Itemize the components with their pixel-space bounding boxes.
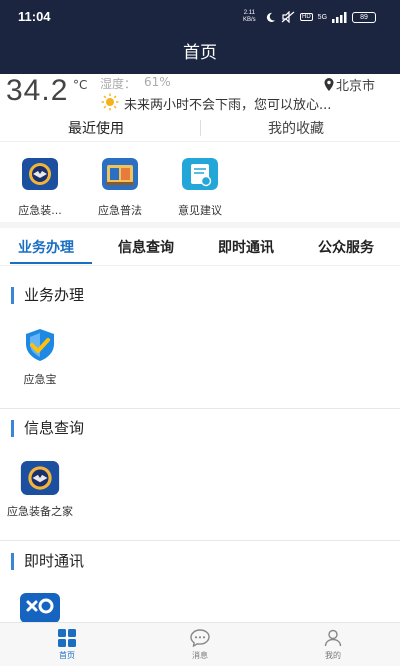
network-speed-value: 2.11 — [243, 10, 255, 16]
recent-app-emergency-law[interactable]: 应急普法 — [90, 158, 150, 218]
chat-link-icon — [20, 593, 60, 623]
recent-app-label: 意见建议 — [178, 204, 222, 217]
user-profile-icon — [324, 629, 342, 647]
status-time: 11:04 — [18, 9, 51, 24]
humidity-value: 61% — [144, 75, 171, 89]
page-title: 首页 — [0, 36, 400, 74]
temperature: 34.2 — [6, 74, 69, 107]
section-title-instant-messaging: 即时通讯 — [11, 553, 84, 570]
app-yingjibao[interactable]: 应急宝 — [18, 327, 62, 387]
tab-info-query[interactable]: 信息查询 — [118, 237, 174, 257]
app-label: 应急装备之家 — [7, 505, 73, 518]
sun-icon — [101, 93, 119, 111]
section-title-info-query: 信息查询 — [11, 420, 84, 437]
recent-favorites-tabs: 最近使用 我的收藏 — [0, 114, 400, 142]
location-pin-icon — [324, 78, 334, 91]
status-bar: 11:04 2.11 KB/s HD 5G 89 — [0, 0, 400, 36]
nav-profile[interactable]: 我的 — [303, 629, 363, 661]
emergency-badge-icon — [22, 158, 58, 190]
moon-icon — [266, 12, 276, 22]
humidity-label: 湿度： — [100, 77, 137, 91]
active-tab-indicator — [10, 262, 92, 264]
category-tabs: 业务办理 信息查询 即时通讯 公众服务 — [0, 228, 400, 266]
message-bubble-icon — [190, 629, 210, 647]
hd-badge: HD — [300, 13, 313, 21]
tab-divider — [200, 120, 201, 136]
location-label: 北京市 — [336, 79, 376, 94]
battery-icon: 89 — [352, 12, 376, 23]
recent-app-feedback[interactable]: 意见建议 — [170, 158, 230, 218]
temperature-unit: °C — [73, 78, 88, 92]
bottom-navigation: 首页 消息 我的 — [0, 622, 400, 666]
recent-app-label: 应急普法 — [98, 204, 142, 217]
status-icons: HD 5G — [265, 9, 348, 25]
app-label: 应急宝 — [23, 373, 57, 386]
mute-icon — [281, 11, 295, 23]
weather-panel: 34.2 °C 湿度： 61% 北京市 未来两小时不会下雨，您可以放心... — [0, 74, 400, 114]
emergency-badge-icon — [20, 461, 60, 495]
nav-label: 消息 — [192, 651, 208, 660]
tab-recent[interactable]: 最近使用 — [68, 118, 124, 138]
feedback-form-icon — [182, 158, 218, 190]
nav-home[interactable]: 首页 — [37, 629, 97, 661]
battery-level: 89 — [360, 14, 368, 21]
signal-icon — [332, 11, 347, 23]
nav-messages[interactable]: 消息 — [170, 629, 230, 661]
tab-favorites[interactable]: 我的收藏 — [268, 118, 324, 138]
app-emergency-equipment-home[interactable]: 应急装备之家 — [0, 461, 80, 519]
network-speed-unit: KB/s — [243, 17, 256, 23]
network-type: 5G — [317, 13, 328, 21]
grid-home-icon — [58, 629, 76, 647]
recent-app-label: 应急装... — [18, 204, 62, 217]
app-instant-chat[interactable] — [20, 593, 60, 623]
law-book-icon — [102, 158, 138, 190]
shield-check-icon — [26, 329, 54, 361]
tab-business[interactable]: 业务办理 — [18, 237, 74, 257]
weather-forecast: 未来两小时不会下雨，您可以放心... — [124, 98, 332, 113]
network-speed: 2.11 KB/s — [243, 10, 256, 24]
location-selector[interactable]: 北京市 — [324, 75, 375, 94]
tab-public-service[interactable]: 公众服务 — [318, 237, 374, 257]
tab-instant-messaging[interactable]: 即时通讯 — [218, 237, 274, 257]
nav-label: 我的 — [325, 651, 341, 660]
section-title-business: 业务办理 — [11, 287, 84, 304]
recent-apps: 应急装... 应急普法 意见建议 — [0, 142, 400, 220]
nav-label: 首页 — [59, 651, 75, 660]
recent-app-emergency-equipment[interactable]: 应急装... — [10, 158, 70, 218]
